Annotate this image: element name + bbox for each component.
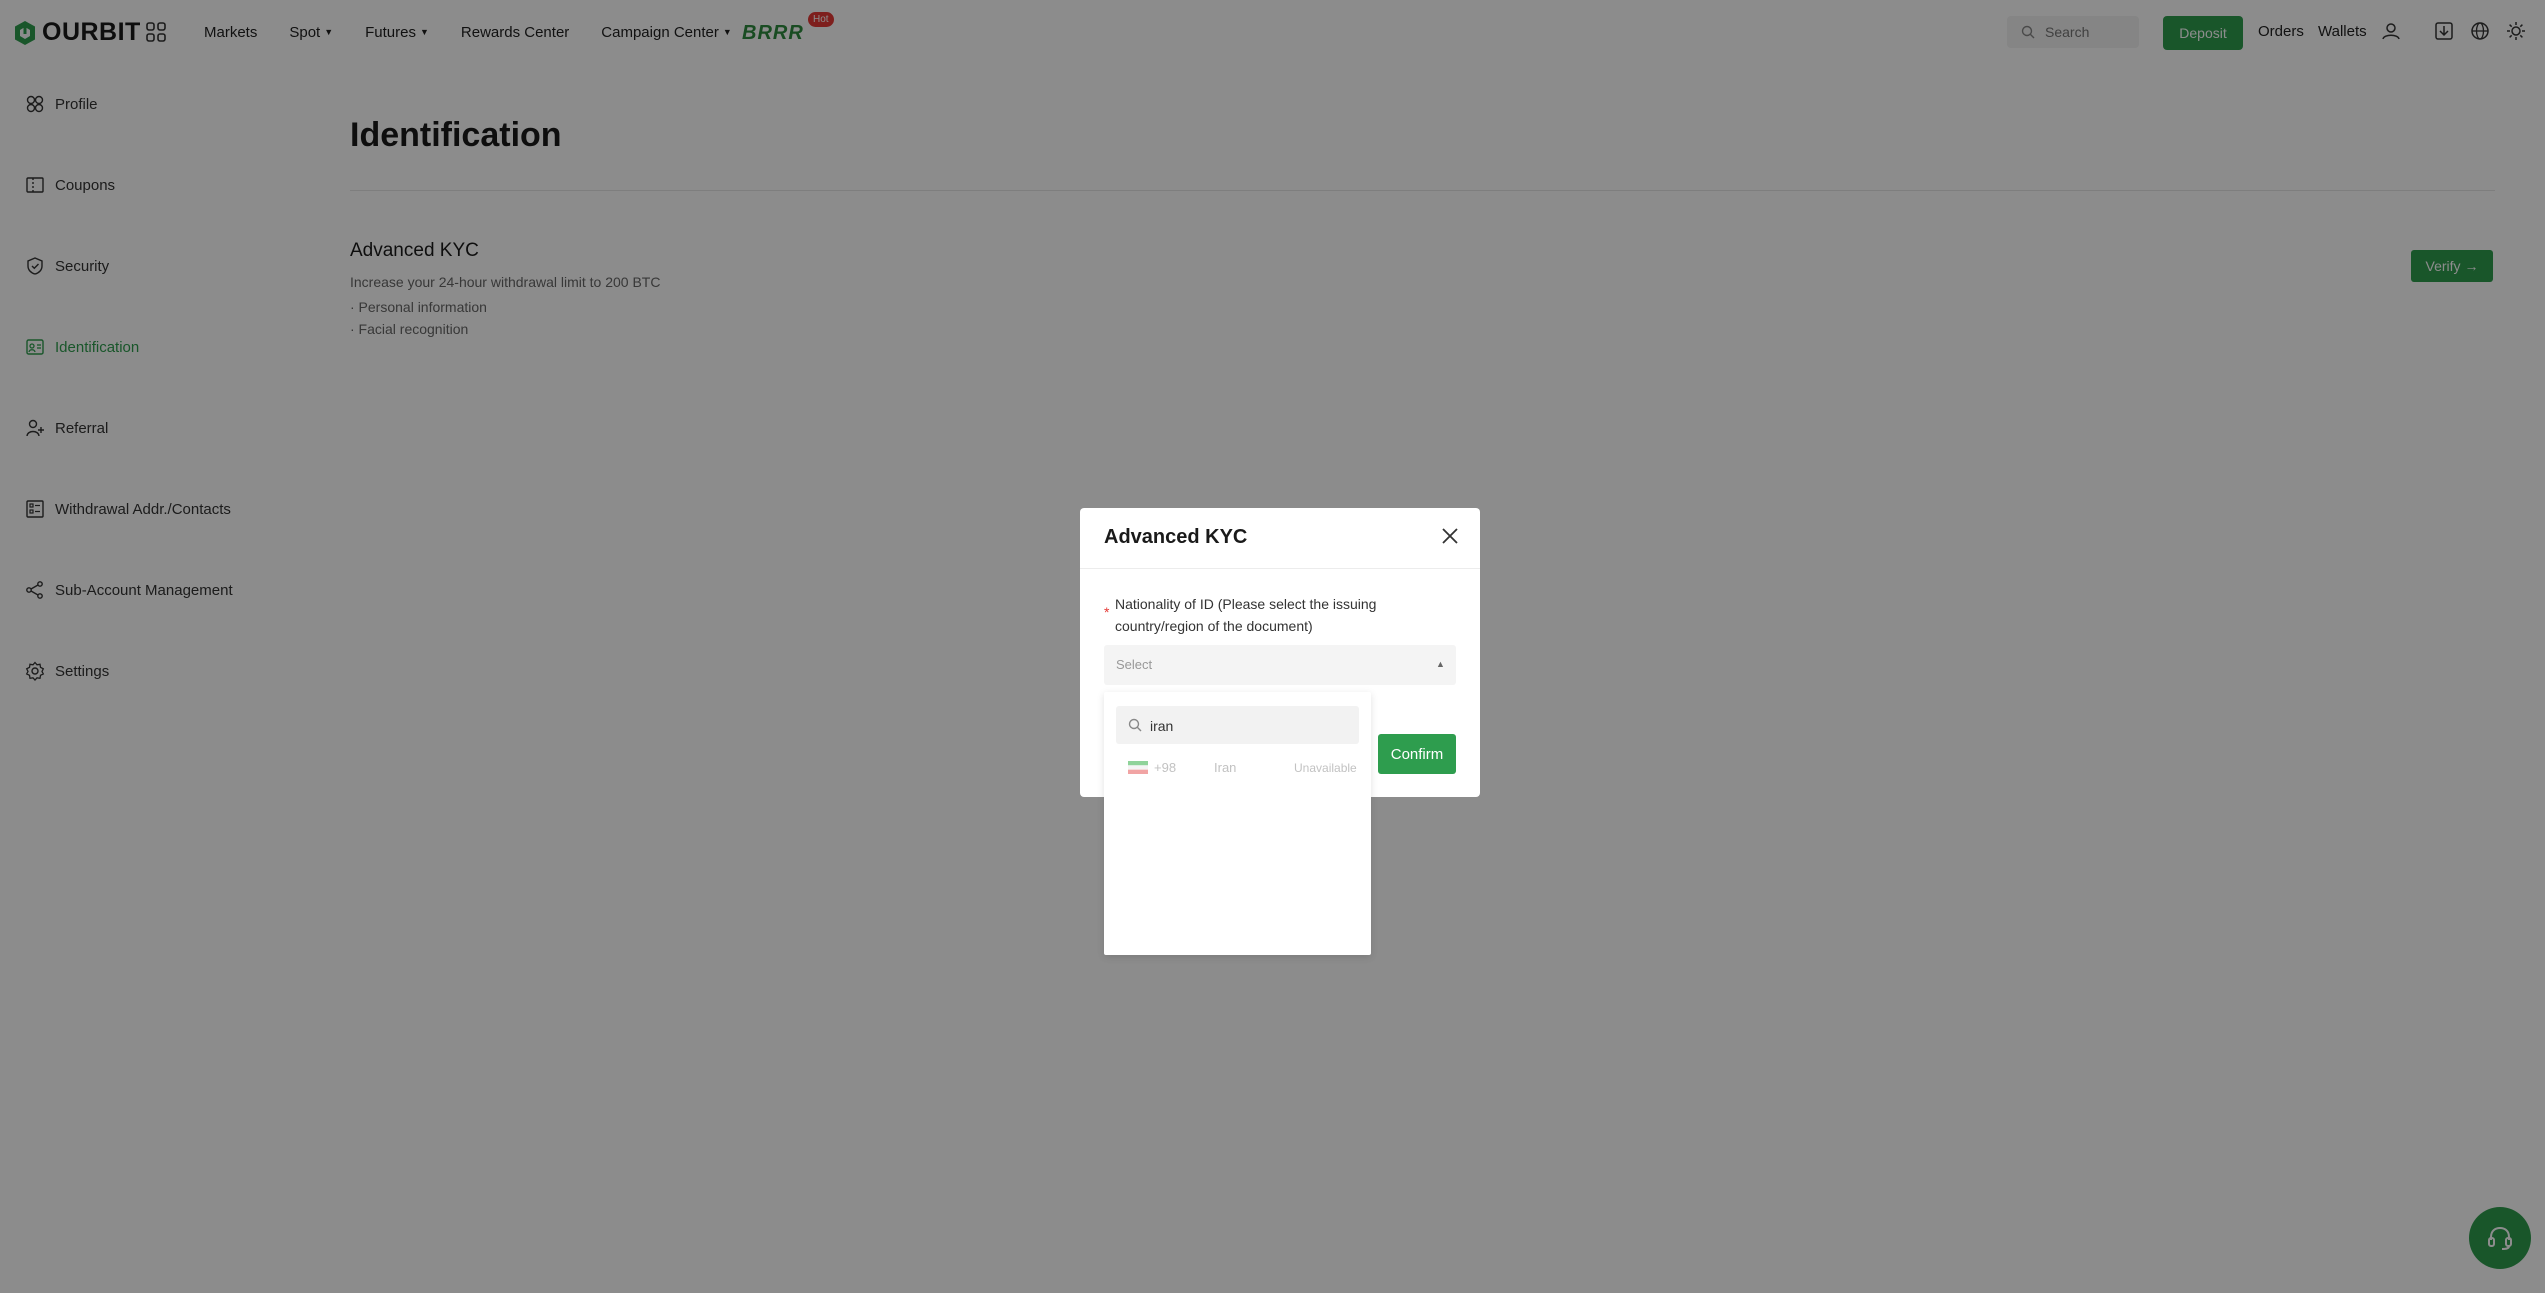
nationality-field-label: Nationality of ID (Please select the iss… [1115, 596, 1377, 634]
country-search-input[interactable] [1148, 714, 1352, 738]
option-dial-code: +98 [1154, 760, 1177, 775]
modal-title: Advanced KYC [1104, 526, 1248, 548]
country-search[interactable] [1116, 706, 1359, 744]
option-country-name: Iran [1214, 760, 1237, 775]
option-status: Unavailable [1294, 761, 1357, 775]
nationality-select[interactable]: Select ▲ [1104, 645, 1456, 685]
caret-up-icon: ▲ [1436, 659, 1445, 669]
country-option-iran[interactable]: +98 Iran Unavailable [1104, 752, 1371, 782]
modal-header-divider [1080, 568, 1480, 569]
required-mark: * [1104, 604, 1110, 620]
confirm-button[interactable]: Confirm [1378, 734, 1456, 774]
close-icon[interactable] [1440, 526, 1460, 546]
select-placeholder: Select [1116, 657, 1153, 672]
iran-flag-icon [1128, 761, 1148, 774]
country-dropdown: +98 Iran Unavailable [1104, 692, 1371, 955]
search-icon [1128, 718, 1142, 732]
